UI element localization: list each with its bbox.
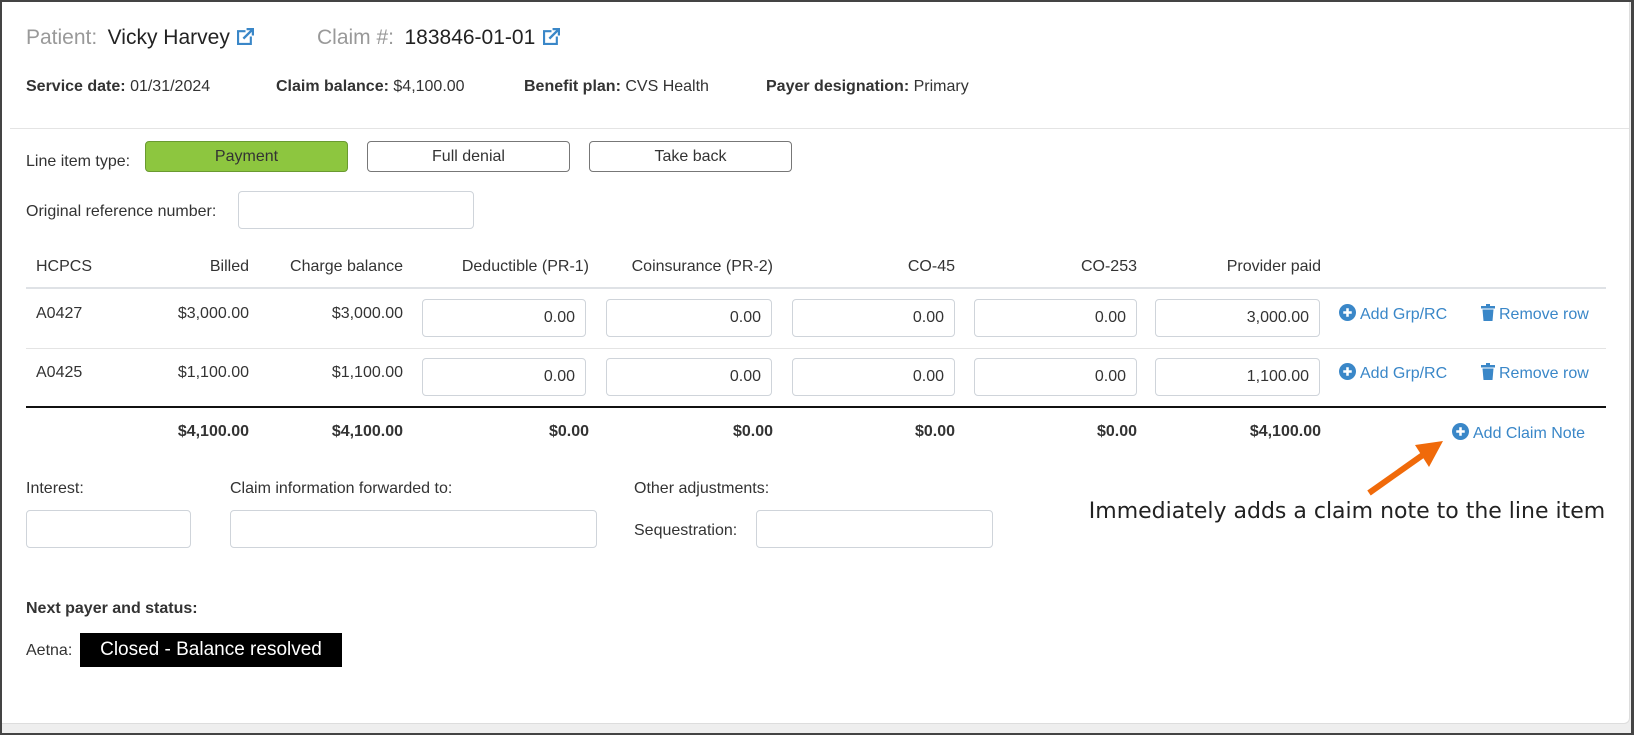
payer-designation: Payer designation: Primary xyxy=(766,78,969,96)
add-claim-note-link[interactable]: Add Claim Note xyxy=(1452,423,1585,443)
service-date: Service date: 01/31/2024 xyxy=(26,78,210,96)
external-link-icon[interactable] xyxy=(237,28,255,45)
deductible-input[interactable] xyxy=(422,358,586,396)
patient-name: Vicky Harvey xyxy=(107,26,230,49)
row-divider xyxy=(26,348,1606,349)
provider-paid-input[interactable] xyxy=(1155,358,1320,396)
col-header-billed: Billed xyxy=(209,258,249,275)
external-link-icon[interactable] xyxy=(542,28,560,45)
add-grp-rc-link[interactable]: Add Grp/RC xyxy=(1339,304,1447,324)
annotation-text: Immediately adds a claim note to the lin… xyxy=(1088,499,1606,524)
cell-billed: $1,100.00 xyxy=(177,364,249,381)
cell-billed: $3,000.00 xyxy=(177,305,249,322)
plus-circle-icon xyxy=(1339,363,1356,380)
benefit-plan: Benefit plan: CVS Health xyxy=(524,78,709,96)
total-co253: $0.00 xyxy=(1096,423,1137,440)
co45-input[interactable] xyxy=(792,358,955,396)
segment-full-denial[interactable]: Full denial xyxy=(367,141,570,172)
col-header-co45: CO-45 xyxy=(907,258,955,275)
cell-charge-balance: $1,100.00 xyxy=(331,364,403,381)
cell-hcpcs: A0425 xyxy=(36,364,83,381)
table-header-divider xyxy=(26,287,1606,289)
trash-icon xyxy=(1481,304,1495,321)
claim-number: 183846-01-01 xyxy=(404,26,536,49)
add-grp-rc-link[interactable]: Add Grp/RC xyxy=(1339,363,1447,383)
claim-card: Patient: Vicky Harvey Claim #: 183846-01… xyxy=(2,2,1630,724)
deductible-input[interactable] xyxy=(422,299,586,337)
benefit-plan-label: Benefit plan: xyxy=(524,78,621,95)
cell-charge-balance: $3,000.00 xyxy=(331,305,403,322)
next-payer-name: Aetna: xyxy=(26,642,73,659)
coinsurance-input[interactable] xyxy=(606,299,772,337)
sequestration-input[interactable] xyxy=(756,510,993,548)
total-billed: $4,100.00 xyxy=(177,423,249,440)
totals-rule xyxy=(26,406,1606,408)
header-divider xyxy=(10,128,1629,129)
total-co45: $0.00 xyxy=(914,423,955,440)
remove-row-label: Remove row xyxy=(1499,365,1589,382)
remove-row-label: Remove row xyxy=(1499,306,1589,323)
payer-designation-value: Primary xyxy=(913,78,969,95)
cell-hcpcs: A0427 xyxy=(36,305,83,322)
add-grp-rc-label: Add Grp/RC xyxy=(1360,306,1448,323)
interest-label: Interest: xyxy=(26,480,84,497)
claim-header: Claim #: 183846-01-01 xyxy=(317,26,560,50)
co253-input[interactable] xyxy=(974,358,1137,396)
reference-number-input[interactable] xyxy=(238,191,474,229)
add-claim-note-label: Add Claim Note xyxy=(1473,425,1586,442)
co253-input[interactable] xyxy=(974,299,1137,337)
provider-paid-input[interactable] xyxy=(1155,299,1320,337)
col-header-charge-balance: Charge balance xyxy=(290,258,403,275)
total-provider-paid: $4,100.00 xyxy=(1249,423,1321,440)
col-header-deductible: Deductible (PR-1) xyxy=(461,258,589,275)
trash-icon xyxy=(1481,363,1495,380)
reference-label: Original reference number: xyxy=(26,203,217,220)
claim-label: Claim #: xyxy=(317,26,395,49)
benefit-plan-value: CVS Health xyxy=(625,78,709,95)
next-payer-label: Next payer and status: xyxy=(26,600,198,617)
claim-balance: Claim balance: $4,100.00 xyxy=(276,78,465,96)
total-deductible: $0.00 xyxy=(548,423,589,440)
status-badge: Closed - Balance resolved xyxy=(80,633,342,667)
co45-input[interactable] xyxy=(792,299,955,337)
claim-balance-label: Claim balance: xyxy=(276,78,389,95)
line-item-type-label: Line item type: xyxy=(26,153,131,170)
payer-designation-label: Payer designation: xyxy=(766,78,910,95)
total-charge-balance: $4,100.00 xyxy=(331,423,403,440)
plus-circle-icon xyxy=(1339,304,1356,321)
window-frame: Patient: Vicky Harvey Claim #: 183846-01… xyxy=(2,2,1631,733)
remove-row-link[interactable]: Remove row xyxy=(1481,363,1589,383)
segment-take-back[interactable]: Take back xyxy=(589,141,792,172)
annotation-arrow-icon xyxy=(1367,441,1443,496)
coinsurance-input[interactable] xyxy=(606,358,772,396)
col-header-hcpcs: HCPCS xyxy=(36,258,93,275)
patient-header: Patient: Vicky Harvey xyxy=(26,26,255,50)
col-header-coinsurance: Coinsurance (PR-2) xyxy=(631,258,773,275)
total-coinsurance: $0.00 xyxy=(732,423,773,440)
claim-balance-value: $4,100.00 xyxy=(393,78,465,95)
remove-row-link[interactable]: Remove row xyxy=(1481,304,1589,324)
col-header-co253: CO-253 xyxy=(1080,258,1137,275)
other-adjustments-label: Other adjustments: xyxy=(634,480,770,497)
interest-input[interactable] xyxy=(26,510,191,548)
add-grp-rc-label: Add Grp/RC xyxy=(1360,365,1448,382)
service-date-value: 01/31/2024 xyxy=(130,78,211,95)
segment-payment[interactable]: Payment xyxy=(145,141,348,172)
service-date-label: Service date: xyxy=(26,78,126,95)
sequestration-label: Sequestration: xyxy=(634,522,738,539)
forwarded-label: Claim information forwarded to: xyxy=(230,480,453,497)
forwarded-input[interactable] xyxy=(230,510,597,548)
col-header-provider-paid: Provider paid xyxy=(1226,258,1321,275)
patient-label: Patient: xyxy=(26,26,98,49)
